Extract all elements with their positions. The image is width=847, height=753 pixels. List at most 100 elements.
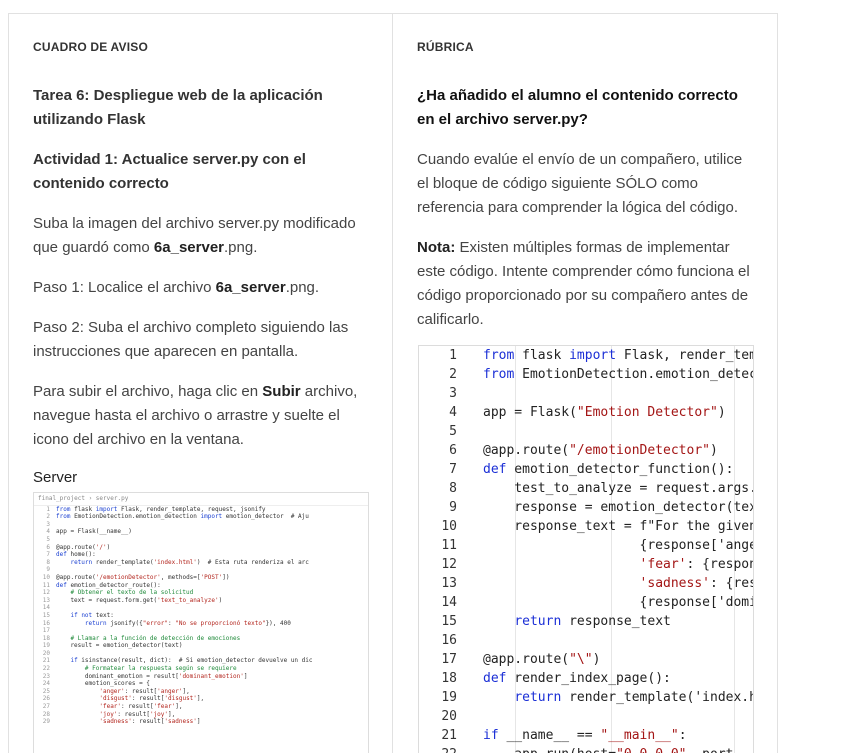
line-number: 5 <box>449 424 457 439</box>
thumb-code-line: 1 from flask import Flask, render_templat… <box>34 506 368 514</box>
thumb-code-line: 17 <box>34 627 368 635</box>
thumb-code-line: 23 dominant_emotion = result['dominant_e… <box>34 673 368 681</box>
thumb-code-line: 2 from EmotionDetection.emotion_detection… <box>34 513 368 521</box>
thumb-line-number: 7 <box>46 551 50 559</box>
thumb-line-text: @app.route('/') <box>56 543 111 551</box>
thumb-line-text: def emotion_detector_route(): <box>56 581 161 589</box>
thumb-line-text: 'anger': result['anger'], <box>99 687 190 695</box>
code-line: 20 <box>419 707 753 726</box>
line-text: app.run(host="0.0.0.0", port <box>483 747 733 753</box>
thumb-line-number: 24 <box>42 680 50 688</box>
line-number: 13 <box>441 576 457 591</box>
thumb-code-line: 6 @app.route('/') <box>34 544 368 552</box>
code-line: 18 def render_index_page(): <box>419 669 753 688</box>
code-line: 9 response = emotion_detector(tex <box>419 498 753 517</box>
line-number: 4 <box>449 405 457 420</box>
server-image-label: Server <box>33 469 78 486</box>
thumb-code-line: 22 # Formatear la respuesta según se req… <box>34 665 368 673</box>
thumb-code-line: 7 def home(): <box>34 551 368 559</box>
code-line: 11 {response['ange <box>419 536 753 555</box>
thumb-line-number: 17 <box>42 627 50 635</box>
rubric-note: Nota: Existen múltiples formas de implem… <box>417 236 757 332</box>
thumb-line-text: def home(): <box>56 551 96 559</box>
line-number: 1 <box>449 348 457 363</box>
thumb-line-number: 28 <box>42 710 50 718</box>
task-title: Tarea 6: Despliegue web de la aplicación… <box>33 87 323 128</box>
line-number: 22 <box>419 747 457 753</box>
line-text: @app.route("/emotionDetector") <box>483 443 718 458</box>
thumb-code-line: 27 'fear': result['fear'], <box>34 703 368 711</box>
thumb-line-text: return render_template('index.html') # E… <box>70 558 309 566</box>
code-line: 19 return render_template('index.h <box>419 688 753 707</box>
line-number: 2 <box>449 367 457 382</box>
code-line: 8 test_to_analyze = request.args. <box>419 479 753 498</box>
notice-panel: CUADRO DE AVISO Tarea 6: Despliegue web … <box>8 13 393 753</box>
code-line: 17 @app.route("\") <box>419 650 753 669</box>
instruction-step-2: Paso 2: Suba el archivo completo siguien… <box>33 319 349 360</box>
thumb-code-line: 25 'anger': result['anger'], <box>34 688 368 696</box>
thumb-code-line: 9 <box>34 566 368 574</box>
thumb-code-line: 4 app = Flask(__name__) <box>34 528 368 536</box>
instruction-step-1: Paso 1: Localice el archivo 6a_server.pn… <box>33 279 320 296</box>
line-number: 18 <box>441 671 457 686</box>
thumb-line-number: 13 <box>42 596 50 604</box>
thumb-line-text: # Formatear la respuesta según se requie… <box>56 665 237 673</box>
activity-title: Actividad 1: Actualice server.py con el … <box>33 151 306 192</box>
line-text: from flask import Flask, render_tem <box>483 348 754 363</box>
thumb-line-number: 1 <box>46 505 50 513</box>
thumb-line-number: 14 <box>42 604 50 612</box>
line-text: if __name__ == "__main__": <box>483 728 687 743</box>
rubric-instructions: Cuando evalúe el envío de un compañero, … <box>417 151 743 216</box>
thumb-line-number: 10 <box>42 573 50 581</box>
thumb-code-line: 24 emotion_scores = { <box>34 680 368 688</box>
reference-code-block[interactable]: 1 from flask import Flask, render_tem 2 fro… <box>418 345 754 753</box>
notice-content: CUADRO DE AVISO Tarea 6: Despliegue web … <box>33 40 373 753</box>
instruction-how-to-upload: Para subir el archivo, haga clic en Subi… <box>33 383 358 448</box>
server-code-screenshot[interactable]: final_project › server.py 1 from flask im… <box>33 492 369 753</box>
thumb-line-text: from EmotionDetection.emotion_detection … <box>56 513 309 521</box>
thumb-line-text: return jsonify({"error": "No se proporci… <box>84 619 291 627</box>
thumb-line-number: 22 <box>42 665 50 673</box>
code-line: 13 'sadness': {res <box>419 574 753 593</box>
thumb-line-text: @app.route('/emotionDetector', methods=[… <box>56 573 230 581</box>
thumb-line-number: 11 <box>42 581 50 589</box>
thumb-line-text: # Llamar a la función de detección de em… <box>56 634 241 642</box>
thumb-line-number: 8 <box>46 558 50 566</box>
thumb-code-line: 3 <box>34 521 368 529</box>
thumb-line-text: app = Flask(__name__) <box>56 528 132 536</box>
thumb-line-text: 'sadness': result['sadness'] <box>99 718 201 726</box>
thumb-code-line: 8 return render_template('index.html') #… <box>34 559 368 567</box>
thumb-code-line: 14 <box>34 604 368 612</box>
code-line: 6 @app.route("/emotionDetector") <box>419 441 753 460</box>
code-lines: 1 from flask import Flask, render_tem 2 fro… <box>419 346 753 753</box>
instruction-upload-image: Suba la imagen del archivo server.py mod… <box>33 215 356 256</box>
line-text: return response_text <box>514 614 671 629</box>
code-line: 3 <box>419 384 753 403</box>
code-line: 10 response_text = f"For the given <box>419 517 753 536</box>
rubric-panel: RÚBRICA ¿Ha añadido el alumno el conteni… <box>392 13 778 753</box>
code-line: 4 app = Flask("Emotion Detector") <box>419 403 753 422</box>
line-text: def emotion_detector_function(): <box>483 462 734 477</box>
line-number: 15 <box>441 614 457 629</box>
code-line: 22 app.run(host="0.0.0.0", port <box>419 745 753 753</box>
code-line: 14 {response['domi <box>419 593 753 612</box>
thumb-code-line: 13 text = request.form.get('text_to_anal… <box>34 597 368 605</box>
thumb-code-line: 18 # Llamar a la función de detección de… <box>34 635 368 643</box>
thumb-line-number: 23 <box>42 672 50 680</box>
note-label: Nota: <box>417 239 456 256</box>
thumb-breadcrumb: final_project › server.py <box>34 493 368 506</box>
line-text: {response['ange <box>483 538 754 553</box>
thumb-code-line: 15 if not text: <box>34 612 368 620</box>
thumb-line-number: 21 <box>42 657 50 665</box>
thumb-line-text: from flask import Flask, render_template… <box>56 505 266 513</box>
thumb-line-text: emotion_scores = { <box>56 680 150 688</box>
thumb-line-number: 26 <box>42 695 50 703</box>
line-text: def render_index_page(): <box>483 671 671 686</box>
line-text: return render_template('index.h <box>514 690 754 705</box>
thumb-line-number: 3 <box>46 520 50 528</box>
thumb-line-text: dominant_emotion = result['dominant_emot… <box>56 672 248 680</box>
thumb-line-number: 15 <box>42 611 50 619</box>
note-text: Existen múltiples formas de implementar … <box>417 239 750 328</box>
thumb-line-number: 20 <box>42 649 50 657</box>
thumb-line-number: 16 <box>42 619 50 627</box>
